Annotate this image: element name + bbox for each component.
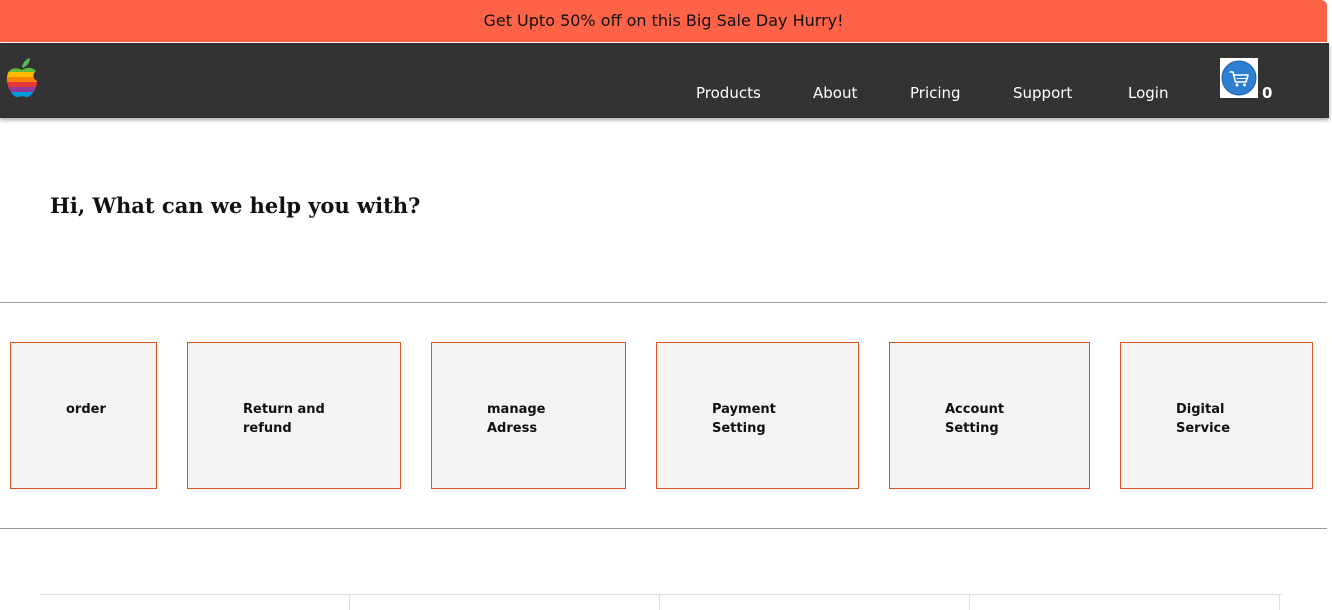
- shopping-cart-icon: [1221, 60, 1257, 96]
- help-card-label: Return and refund: [243, 402, 325, 436]
- footer-grid: [40, 594, 1282, 610]
- divider-top: [0, 302, 1327, 303]
- nav-about-link[interactable]: About: [813, 83, 857, 103]
- help-card-account-setting[interactable]: Account Setting: [889, 342, 1090, 489]
- nav-products-link[interactable]: Products: [696, 83, 761, 103]
- footer-column-divider: [349, 595, 350, 610]
- promo-banner: Get Upto 50% off on this Big Sale Day Hu…: [0, 0, 1327, 42]
- promo-text: Get Upto 50% off on this Big Sale Day Hu…: [483, 11, 844, 30]
- help-card-manage-address[interactable]: manage Adress: [431, 342, 626, 489]
- help-card-label: manage Adress: [487, 402, 546, 436]
- divider-bottom: [0, 528, 1327, 529]
- nav-support-link[interactable]: Support: [1013, 83, 1072, 103]
- help-card-return-refund[interactable]: Return and refund: [187, 342, 401, 489]
- footer-column-divider: [969, 595, 970, 610]
- navbar: Products About Pricing Support Login 0: [0, 43, 1329, 118]
- help-card-payment-setting[interactable]: Payment Setting: [656, 342, 859, 489]
- nav-login-link[interactable]: Login: [1128, 83, 1168, 103]
- help-card-digital-service[interactable]: Digital Service: [1120, 342, 1313, 489]
- footer-column-divider: [1279, 595, 1280, 610]
- footer-column-divider: [659, 595, 660, 610]
- help-card-label: Account Setting: [945, 402, 1005, 436]
- cart-button[interactable]: [1220, 58, 1258, 98]
- apple-logo-icon[interactable]: [5, 57, 39, 99]
- help-card-label: order: [66, 402, 106, 417]
- help-card-order[interactable]: order: [10, 342, 157, 489]
- cart-count: 0: [1262, 84, 1273, 102]
- help-card-label: Digital Service: [1176, 402, 1231, 436]
- help-card-label: Payment Setting: [712, 402, 776, 436]
- page-title: Hi, What can we help you with?: [50, 193, 421, 218]
- nav-pricing-link[interactable]: Pricing: [910, 83, 961, 103]
